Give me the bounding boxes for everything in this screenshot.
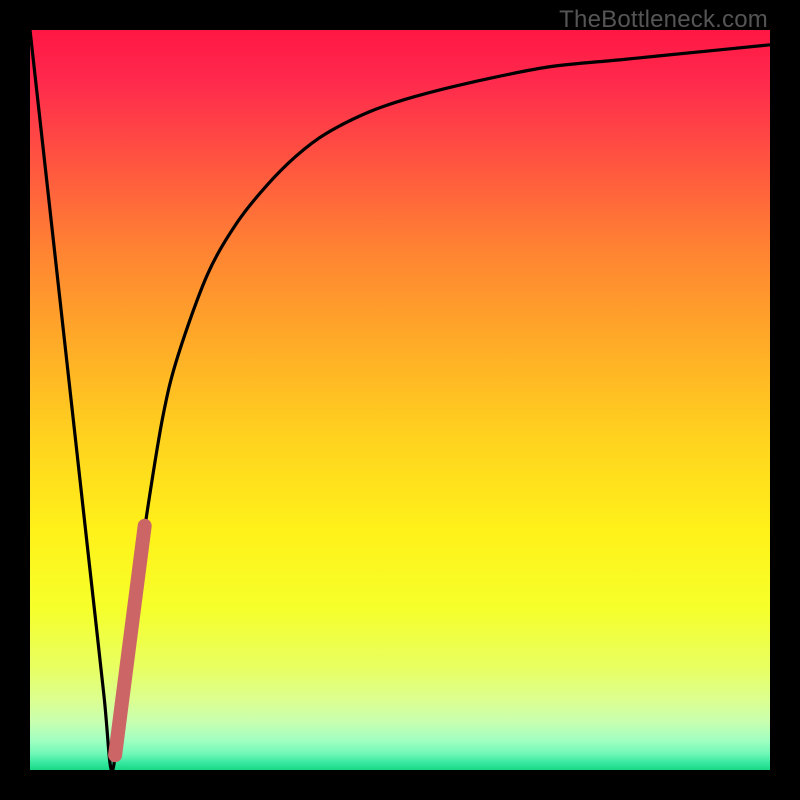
outer-frame: TheBottleneck.com — [0, 0, 800, 800]
curve-layer — [30, 30, 770, 770]
highlight-segment — [115, 526, 145, 755]
plot-area — [30, 30, 770, 770]
bottleneck-curve — [30, 30, 770, 770]
